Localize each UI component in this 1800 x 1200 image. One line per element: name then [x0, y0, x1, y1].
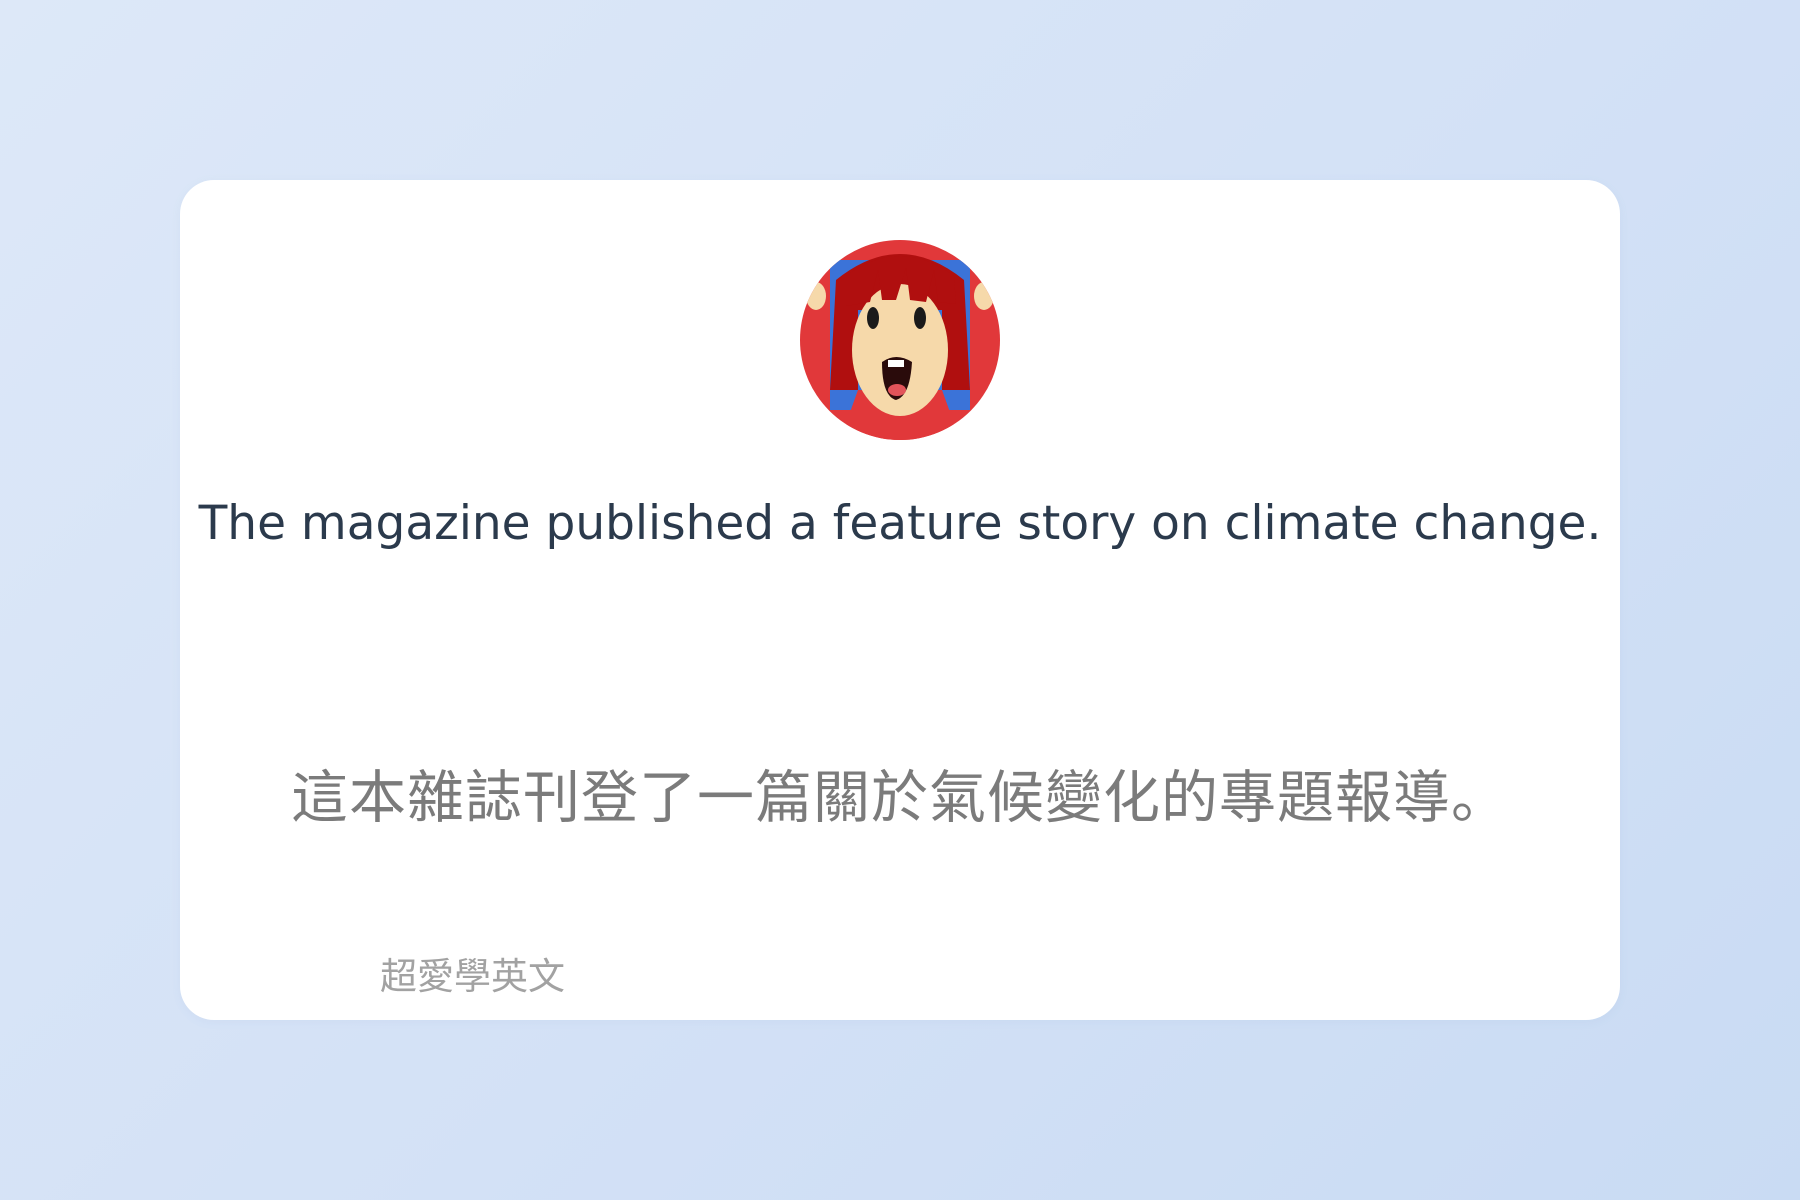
- chinese-translation: 這本雜誌刊登了一篇關於氣候變化的專題報導。: [291, 765, 1509, 831]
- cartoon-girl-avatar-icon: [800, 240, 1000, 440]
- english-sentence: The magazine published a feature story o…: [198, 496, 1602, 551]
- footer-label: 超愛學英文: [380, 955, 565, 998]
- flashcard: The magazine published a feature story o…: [180, 180, 1620, 1020]
